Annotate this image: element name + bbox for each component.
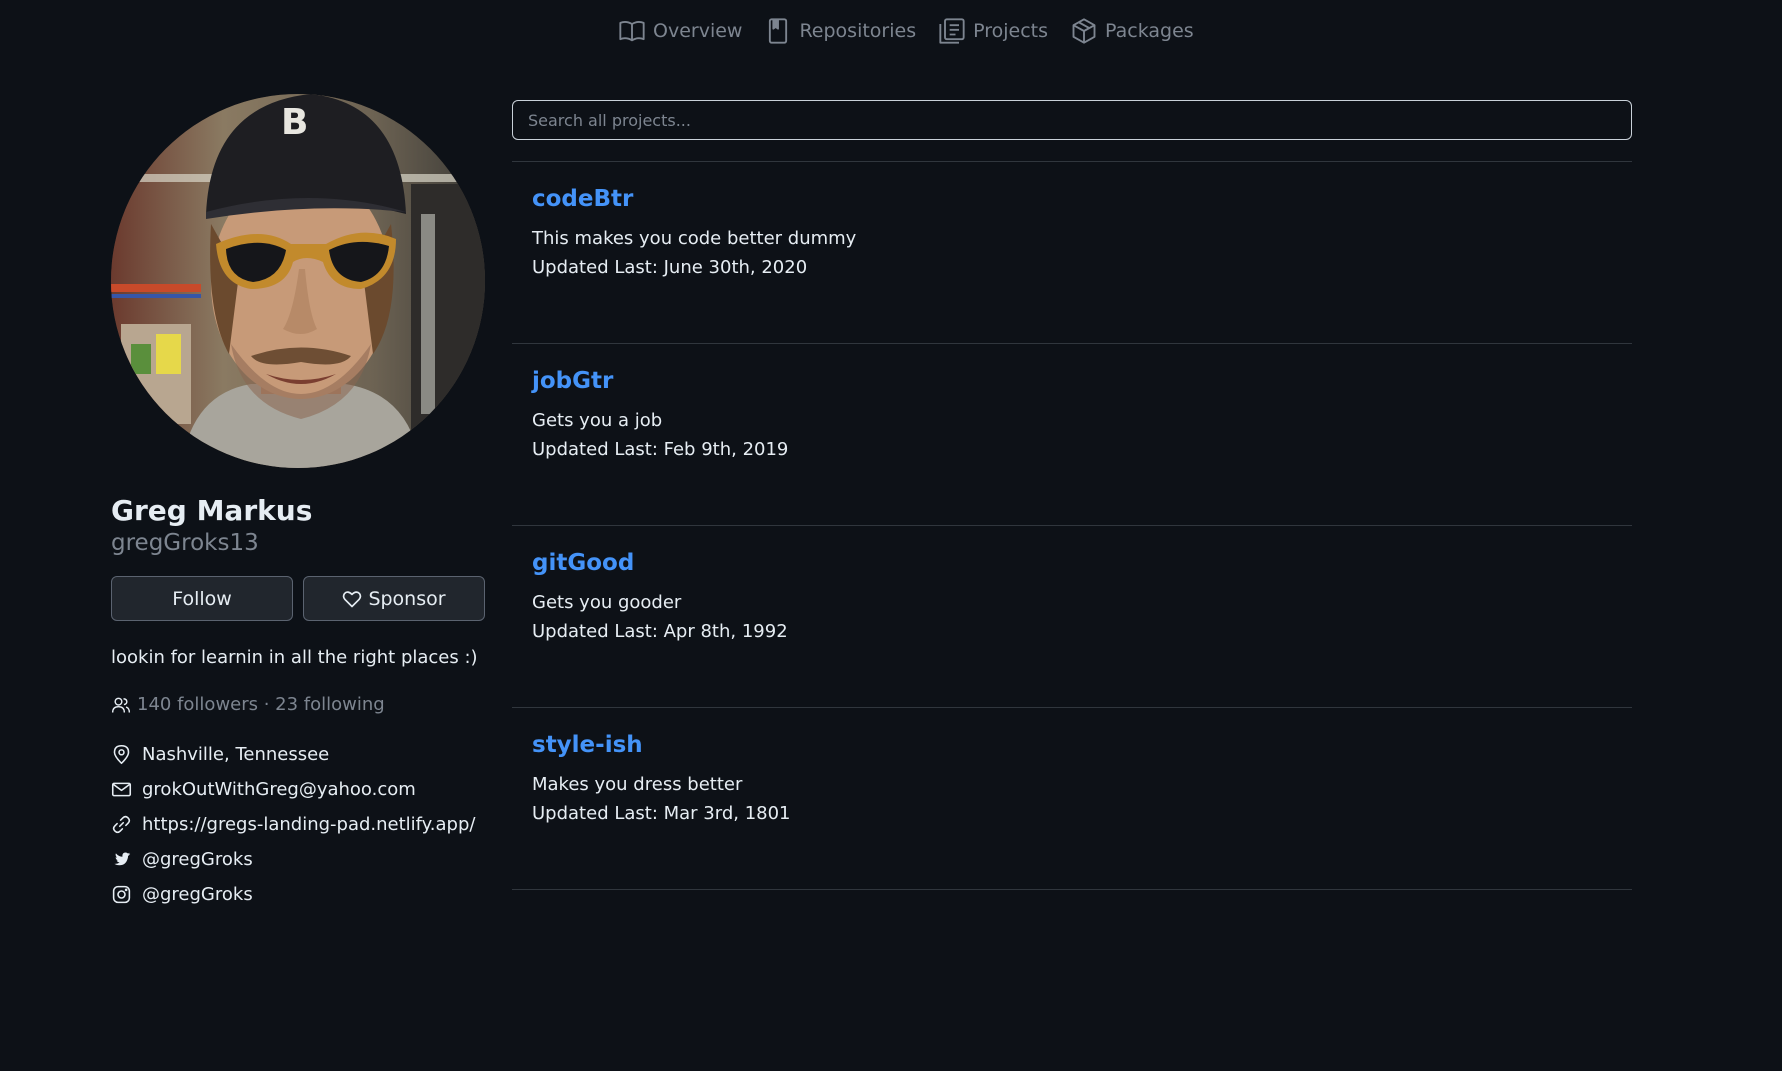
tab-overview[interactable]: Overview bbox=[618, 14, 742, 48]
detail-email[interactable]: grokOutWithGreg@yahoo.com bbox=[111, 772, 485, 807]
avatar-photo: B bbox=[111, 94, 485, 468]
profile-username: gregGroks13 bbox=[111, 530, 259, 556]
project-card: style-ish Makes you dress better Updated… bbox=[512, 707, 1632, 889]
project-name-link[interactable]: gitGood bbox=[532, 546, 634, 580]
project-name-link[interactable]: codeBtr bbox=[532, 182, 633, 216]
tab-repositories-label: Repositories bbox=[799, 20, 917, 42]
project-updated: Updated Last: June 30th, 2020 bbox=[532, 257, 808, 278]
follow-stats-text: 140 followers · 23 following bbox=[137, 694, 385, 715]
tab-packages-label: Packages bbox=[1105, 20, 1194, 42]
follow-button-label: Follow bbox=[172, 587, 232, 610]
project-updated: Updated Last: Feb 9th, 2019 bbox=[532, 439, 789, 460]
avatar[interactable]: B bbox=[111, 94, 485, 468]
tab-packages[interactable]: Packages bbox=[1070, 14, 1194, 48]
detail-instagram[interactable]: @gregGroks bbox=[111, 877, 485, 912]
tab-repositories[interactable]: Repositories bbox=[764, 14, 916, 48]
search-projects-input[interactable] bbox=[512, 100, 1632, 140]
email-link[interactable]: grokOutWithGreg@yahoo.com bbox=[142, 779, 416, 800]
profile-name: Greg Markus bbox=[111, 494, 313, 527]
project-description: This makes you code better dummy bbox=[532, 228, 857, 249]
detail-location: Nashville, Tennessee bbox=[111, 737, 485, 772]
tab-projects[interactable]: Projects bbox=[938, 14, 1048, 48]
location-icon bbox=[113, 744, 130, 765]
project-list: codeBtr This makes you code better dummy… bbox=[512, 161, 1632, 1071]
sponsor-button-label: Sponsor bbox=[368, 587, 446, 610]
repo-icon bbox=[769, 18, 788, 44]
profile-details: Nashville, Tennessee grokOutWithGreg@yah… bbox=[111, 737, 485, 912]
project-updated: Updated Last: Mar 3rd, 1801 bbox=[532, 803, 791, 824]
project-updated: Updated Last: Apr 8th, 1992 bbox=[532, 621, 788, 642]
mail-icon bbox=[111, 782, 132, 797]
profile-sidebar: B Greg Markus gregGroks13 Follow Sponsor bbox=[111, 94, 485, 928]
detail-twitter[interactable]: @gregGroks bbox=[111, 842, 485, 877]
website-link[interactable]: https://gregs-landing-pad.netlify.app/ bbox=[142, 814, 475, 835]
profile-actions: Follow Sponsor bbox=[111, 576, 485, 621]
follow-stats[interactable]: 140 followers · 23 following bbox=[111, 694, 485, 715]
svg-text:B: B bbox=[281, 102, 308, 143]
heart-icon bbox=[343, 590, 362, 607]
project-card: jobGtr Gets you a job Updated Last: Feb … bbox=[512, 343, 1632, 525]
twitter-handle[interactable]: @gregGroks bbox=[142, 849, 253, 870]
project-card-partial bbox=[512, 889, 1632, 1071]
detail-website[interactable]: https://gregs-landing-pad.netlify.app/ bbox=[111, 807, 485, 842]
project-description: Gets you a job bbox=[532, 410, 663, 431]
projects-panel: codeBtr This makes you code better dummy… bbox=[512, 100, 1632, 1071]
package-icon bbox=[1072, 18, 1096, 44]
link-icon bbox=[112, 815, 131, 834]
project-card: gitGood Gets you gooder Updated Last: Ap… bbox=[512, 525, 1632, 707]
instagram-handle[interactable]: @gregGroks bbox=[142, 884, 253, 905]
twitter-icon bbox=[114, 852, 131, 866]
location-text: Nashville, Tennessee bbox=[142, 744, 330, 765]
sponsor-button[interactable]: Sponsor bbox=[303, 576, 485, 621]
project-description: Gets you gooder bbox=[532, 592, 682, 613]
project-icon bbox=[939, 18, 965, 44]
project-name-link[interactable]: style-ish bbox=[532, 728, 643, 762]
project-description: Makes you dress better bbox=[532, 774, 743, 795]
project-card: codeBtr This makes you code better dummy… bbox=[512, 161, 1632, 343]
profile-tabs: Overview Repositories Projects Packages bbox=[618, 14, 1216, 48]
instagram-icon bbox=[112, 885, 131, 904]
tab-overview-label: Overview bbox=[653, 20, 743, 42]
project-name-link[interactable]: jobGtr bbox=[532, 364, 613, 398]
tab-projects-label: Projects bbox=[973, 20, 1049, 42]
book-icon bbox=[619, 20, 645, 42]
profile-bio: lookin for learnin in all the right plac… bbox=[111, 647, 478, 668]
follow-button[interactable]: Follow bbox=[111, 576, 293, 621]
people-icon bbox=[111, 697, 131, 713]
